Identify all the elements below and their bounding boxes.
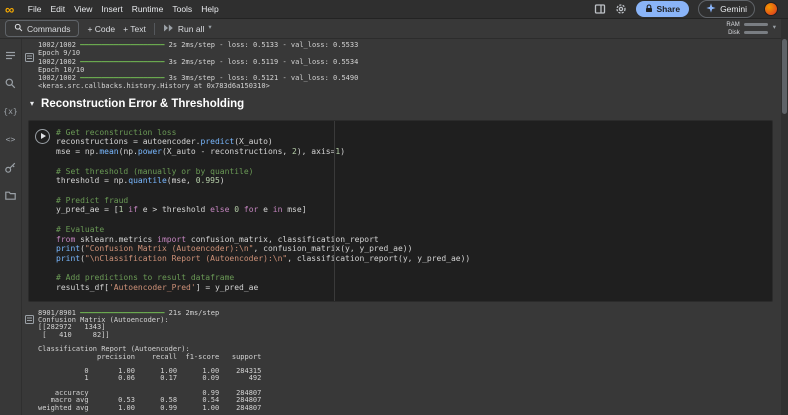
toolbar-divider [153, 22, 155, 35]
previous-cell-output: 1002/1002 ━━━━━━━━━━━━━━━━━━━━ 2s 2ms/st… [22, 39, 781, 91]
training-log: 1002/1002 ━━━━━━━━━━━━━━━━━━━━ 2s 2ms/st… [38, 41, 359, 91]
editor-ruler [334, 120, 335, 301]
play-icon [40, 133, 46, 140]
colab-app: ∞ File Edit View Insert Runtime Tools He… [0, 0, 788, 415]
variables-icon[interactable]: {x} [3, 104, 17, 118]
commands-label: Commands [27, 23, 71, 34]
add-code-button[interactable]: + Code [87, 24, 115, 34]
left-sidebar: {x} <> [0, 39, 22, 415]
secrets-key-icon[interactable] [4, 160, 18, 174]
menu-list: File Edit View Insert Runtime Tools Help [23, 2, 223, 16]
main-area: {x} <> 1002/1002 ━━━━━━━━━━━━━━━━━━━━ 2s… [0, 39, 781, 415]
colab-logo-icon[interactable]: ∞ [5, 3, 14, 16]
code-snippets-icon[interactable]: <> [4, 132, 18, 146]
resources-indicator[interactable]: RAM Disk [724, 22, 768, 36]
notebook-toolbar: Commands + Code + Text Run all ▾ RAM Dis… [0, 19, 788, 39]
run-all-label: Run all [177, 23, 205, 34]
gemini-label: Gemini [720, 4, 747, 14]
disk-label: Disk [728, 29, 740, 36]
run-all-icon [163, 23, 174, 35]
run-cell-button[interactable] [35, 128, 50, 144]
resources-chevron-icon[interactable]: ▾ [773, 25, 776, 32]
menu-insert[interactable]: Insert [97, 2, 127, 16]
avatar[interactable] [764, 2, 778, 16]
settings-gear-icon[interactable] [615, 3, 627, 15]
code-cell: # Get reconstruction loss reconstructions… [28, 119, 773, 302]
commands-button[interactable]: Commands [5, 20, 80, 37]
files-folder-icon[interactable] [4, 188, 18, 202]
menu-help[interactable]: Help [197, 2, 223, 16]
collapse-section-icon[interactable]: ▾ [30, 99, 34, 108]
table-of-contents-icon[interactable] [4, 48, 18, 62]
output-options-icon[interactable] [25, 49, 34, 67]
menu-file[interactable]: File [23, 2, 46, 16]
code-editor[interactable]: # Get reconstruction loss reconstructions… [56, 128, 470, 293]
share-button[interactable]: Share [636, 1, 690, 17]
lock-icon [645, 3, 653, 15]
share-label: Share [656, 4, 681, 14]
disk-usage-bar [743, 31, 768, 34]
add-text-button[interactable]: + Text [123, 24, 146, 34]
classification-output: 8901/8901 ━━━━━━━━━━━━━━━━━━━━ 21s 2ms/s… [38, 308, 262, 412]
notebook-content: 1002/1002 ━━━━━━━━━━━━━━━━━━━━ 2s 2ms/st… [22, 39, 781, 415]
scrollbar-thumb[interactable] [782, 39, 787, 114]
menu-edit[interactable]: Edit [46, 2, 70, 16]
ram-usage-bar [743, 23, 768, 26]
cell-gutter [29, 128, 56, 293]
menu-tools[interactable]: Tools [168, 2, 197, 16]
gemini-button[interactable]: Gemini [698, 0, 755, 18]
menubar: ∞ File Edit View Insert Runtime Tools He… [0, 0, 788, 19]
sparkle-icon [706, 3, 716, 15]
add-code-label: + Code [87, 23, 116, 34]
add-text-label: + Text [123, 23, 146, 34]
cell-output: 8901/8901 ━━━━━━━━━━━━━━━━━━━━ 21s 2ms/s… [22, 308, 781, 412]
scrollbar[interactable] [781, 19, 788, 415]
section-title: Reconstruction Error & Thresholding [41, 97, 245, 110]
section-heading[interactable]: ▾ Reconstruction Error & Thresholding [30, 98, 781, 110]
menu-runtime[interactable]: Runtime [127, 2, 168, 16]
menubar-actions: Share Gemini [594, 0, 778, 18]
resources-area: RAM Disk ▾ [724, 22, 776, 36]
chevron-down-icon: ▾ [208, 24, 212, 32]
search-icon [14, 23, 23, 34]
output-options-icon[interactable] [25, 311, 34, 329]
search-icon[interactable] [4, 76, 18, 90]
run-all-button[interactable]: Run all ▾ [163, 23, 212, 35]
menu-view[interactable]: View [70, 2, 97, 16]
panel-toggle-icon[interactable] [594, 3, 606, 15]
ram-label: RAM [726, 21, 740, 28]
